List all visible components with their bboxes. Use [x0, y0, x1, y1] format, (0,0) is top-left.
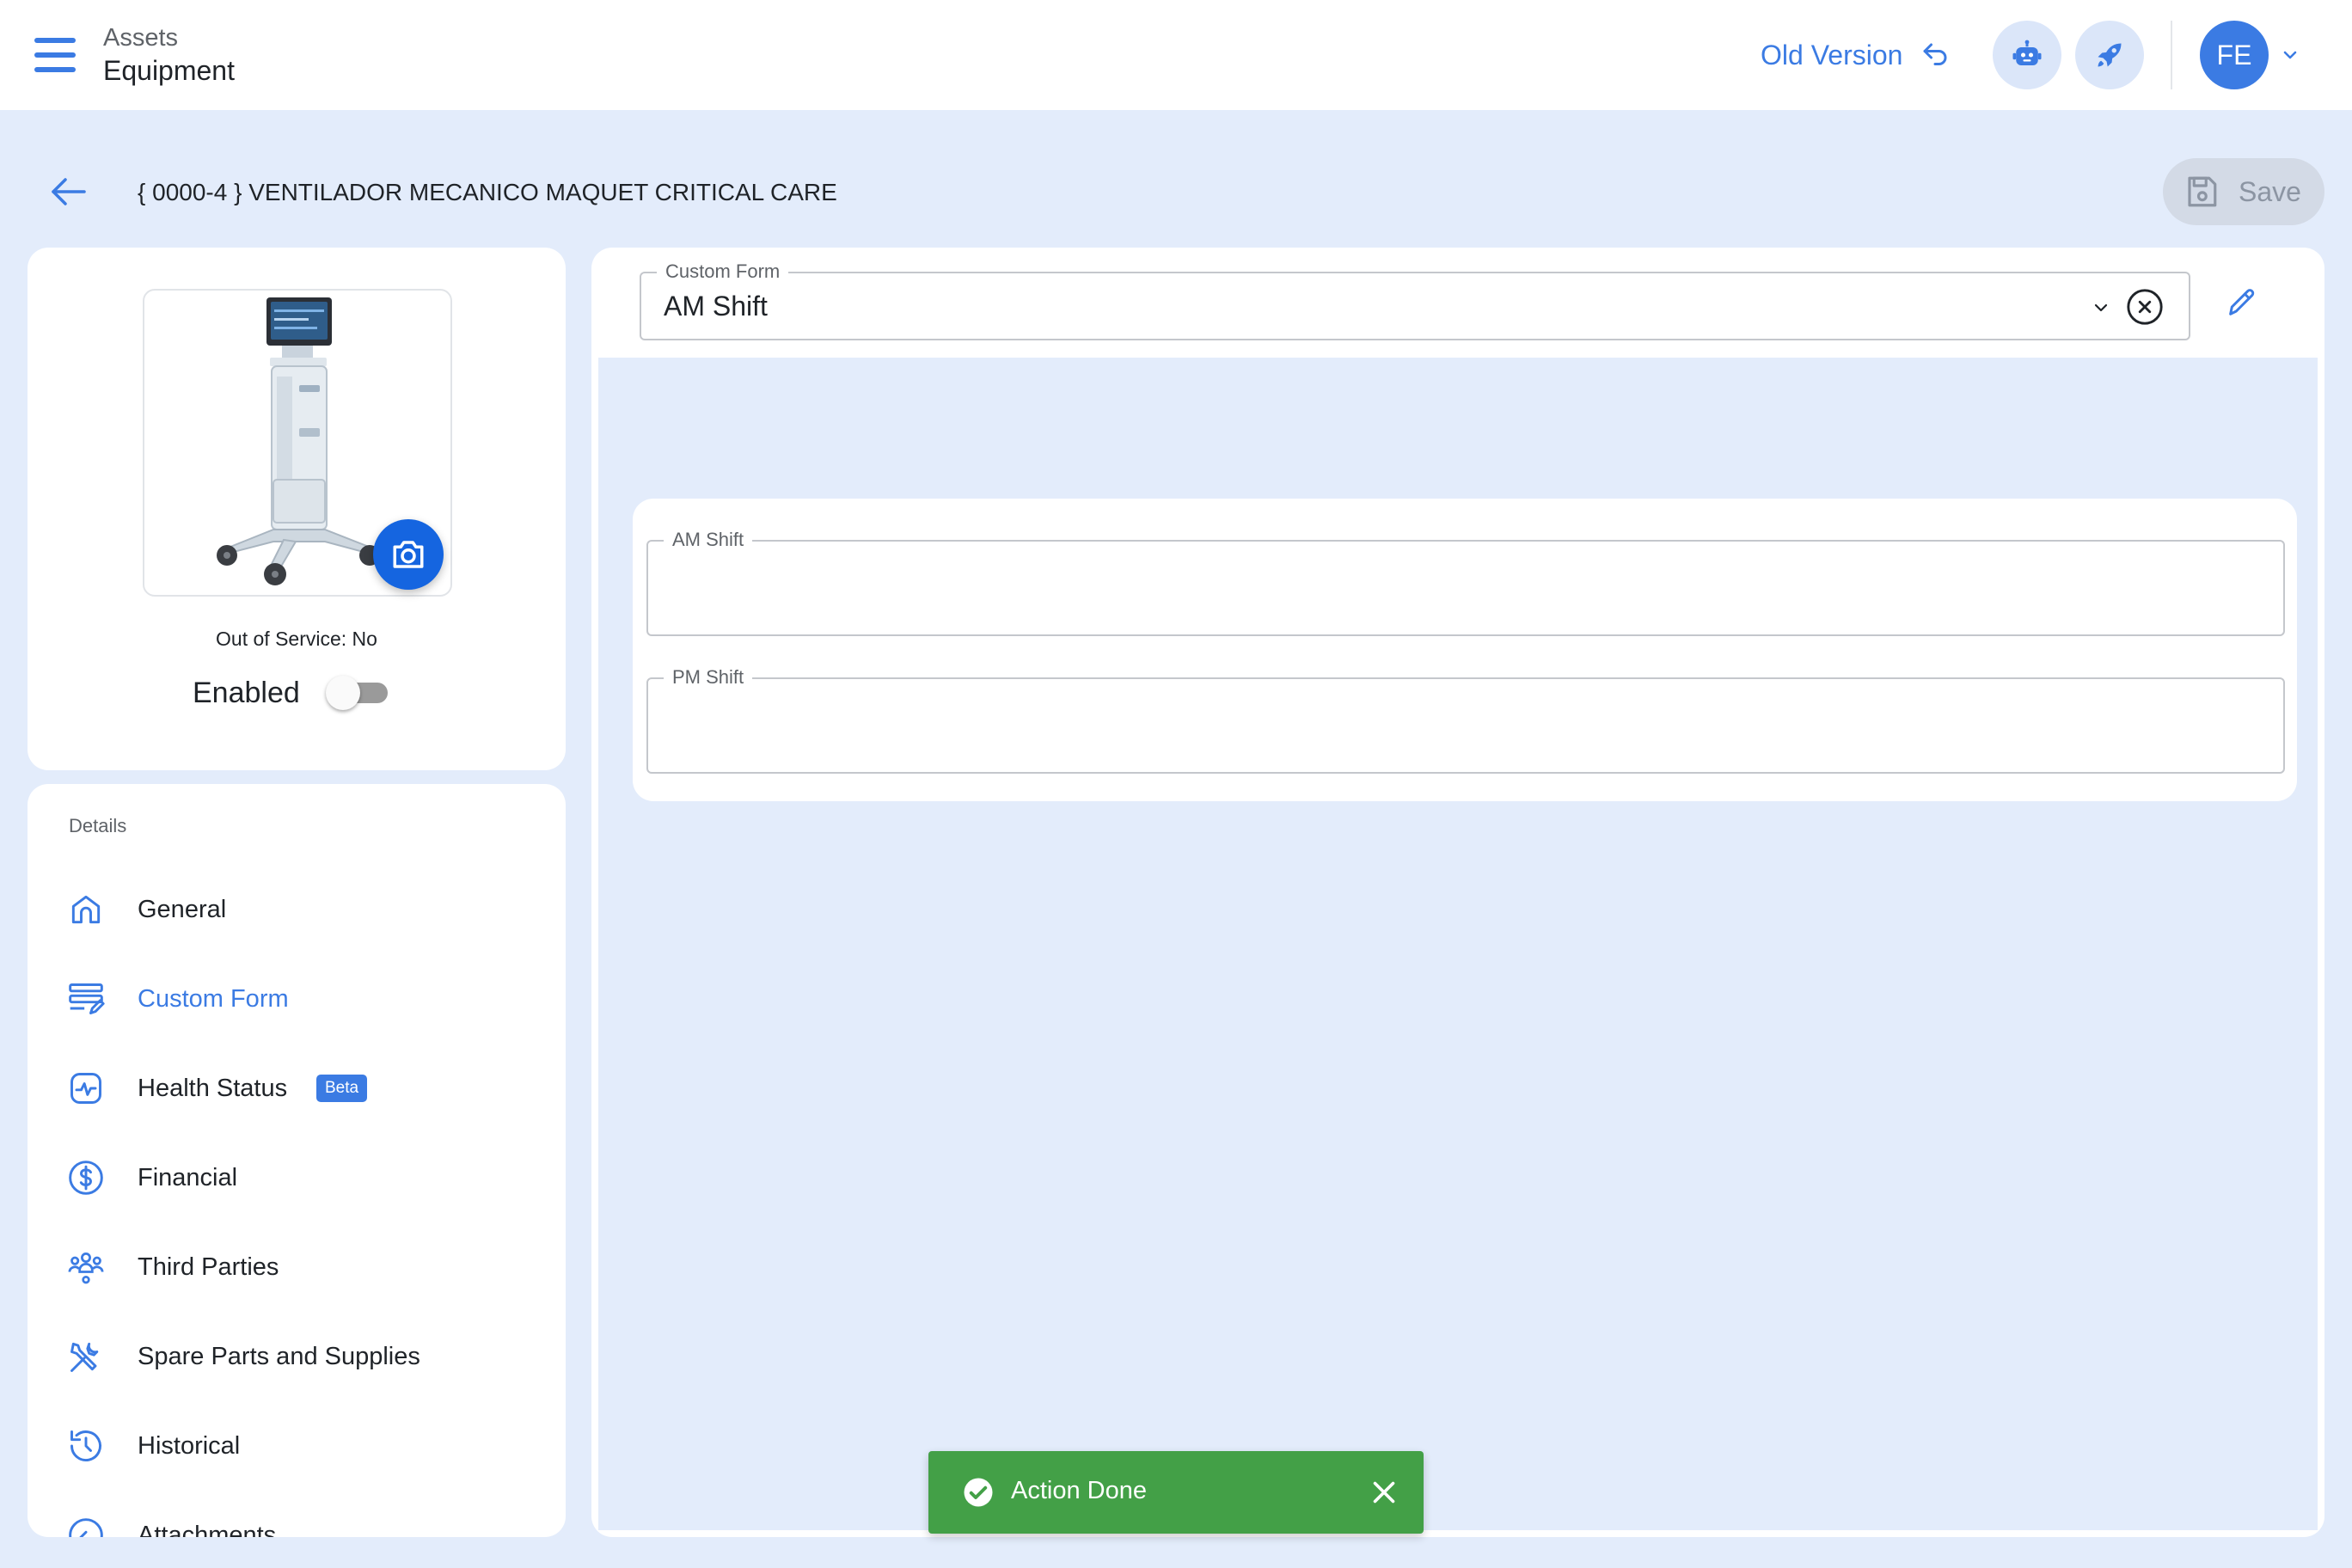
attachment-icon: [69, 1518, 103, 1537]
menu-item-label: General: [138, 896, 227, 923]
menu-item-health-status[interactable]: Health Status Beta: [28, 1052, 566, 1124]
chevron-down-icon[interactable]: [2091, 297, 2111, 318]
menu-item-label: Attachments: [138, 1522, 277, 1537]
old-version-label: Old Version: [1761, 39, 1903, 70]
rocket-icon: [2098, 43, 2122, 67]
am-shift-field[interactable]: AM Shift: [646, 529, 2285, 636]
top-bar: Assets Equipment Old Version FE: [0, 0, 2352, 110]
menu-item-custom-form[interactable]: Custom Form: [28, 963, 566, 1035]
save-label: Save: [2239, 175, 2301, 207]
chevron-down-icon[interactable]: [2280, 45, 2300, 65]
assistant-bot-button[interactable]: [1993, 21, 2061, 89]
breadcrumb-current: Equipment: [103, 55, 235, 86]
home-icon: [71, 895, 101, 924]
snackbar-message: Action Done: [1011, 1477, 1147, 1504]
camera-icon: [393, 541, 424, 568]
old-version-link[interactable]: Old Version: [1761, 38, 1951, 72]
menu-hamburger-icon[interactable]: [31, 34, 79, 76]
back-arrow-icon[interactable]: [48, 175, 88, 209]
enabled-label: Enabled: [193, 676, 300, 709]
people-icon: [68, 1253, 104, 1284]
user-avatar[interactable]: FE: [2200, 21, 2269, 89]
dollar-icon: [69, 1161, 103, 1195]
close-icon[interactable]: [1369, 1477, 1400, 1508]
tools-icon: [70, 1342, 99, 1372]
health-monitor-icon: [70, 1073, 101, 1104]
custom-form-select[interactable]: Custom Form AM Shift: [640, 260, 2190, 340]
custom-form-fields-card: AM Shift PM Shift: [633, 499, 2297, 801]
pm-shift-field[interactable]: PM Shift: [646, 666, 2285, 774]
custom-form-selected-value: AM Shift: [664, 291, 768, 322]
save-button[interactable]: Save: [2163, 158, 2324, 225]
menu-item-label: Third Parties: [138, 1253, 279, 1281]
menu-item-label: Historical: [138, 1432, 241, 1460]
header-divider: [2171, 21, 2172, 89]
custom-form-panel: Custom Form AM Shift AM Shift PM Shift: [591, 248, 2324, 1537]
custom-form-select-label: Custom Form: [657, 260, 789, 283]
beta-badge: Beta: [316, 1075, 368, 1102]
success-snackbar: Action Done: [928, 1451, 1424, 1534]
details-section-label: Details: [69, 815, 127, 836]
enabled-toggle[interactable]: [325, 676, 389, 710]
menu-item-label: Custom Form: [138, 985, 289, 1013]
pm-shift-field-label: PM Shift: [664, 666, 753, 689]
clear-selection-icon[interactable]: [2125, 287, 2165, 327]
menu-item-historical[interactable]: Historical: [28, 1410, 566, 1482]
out-of-service-status: Out of Service: No: [216, 628, 377, 650]
menu-item-attachments[interactable]: Attachments: [28, 1499, 566, 1537]
form-icon: [69, 983, 105, 1014]
history-icon: [70, 1430, 101, 1461]
upload-photo-button[interactable]: [373, 519, 444, 590]
menu-item-label: Financial: [138, 1164, 238, 1191]
menu-item-third-parties[interactable]: Third Parties: [28, 1231, 566, 1303]
menu-item-financial[interactable]: Financial: [28, 1142, 566, 1214]
enabled-row: Enabled: [193, 676, 389, 710]
menu-item-label: Spare Parts and Supplies: [138, 1343, 420, 1370]
custom-form-content-area: AM Shift PM Shift: [598, 358, 2318, 1530]
menu-item-general[interactable]: General: [28, 873, 566, 946]
page-title: { 0000-4 } VENTILADOR MECANICO MAQUET CR…: [138, 179, 837, 205]
menu-item-label: Health Status: [138, 1075, 288, 1102]
robot-icon: [2012, 40, 2042, 65]
check-circle-icon: [964, 1478, 993, 1507]
floppy-disk-icon: [2188, 176, 2217, 207]
launch-rocket-button[interactable]: [2075, 21, 2144, 89]
edit-pencil-icon[interactable]: [2225, 285, 2259, 320]
undo-icon: [1923, 43, 1947, 65]
equipment-summary-card: Out of Service: No Enabled: [28, 248, 566, 770]
am-shift-field-label: AM Shift: [664, 529, 753, 551]
menu-item-spare-parts[interactable]: Spare Parts and Supplies: [28, 1320, 566, 1393]
breadcrumb-parent[interactable]: Assets: [103, 24, 178, 52]
details-menu-card: Details General Custom Form Health Statu…: [28, 784, 566, 1537]
